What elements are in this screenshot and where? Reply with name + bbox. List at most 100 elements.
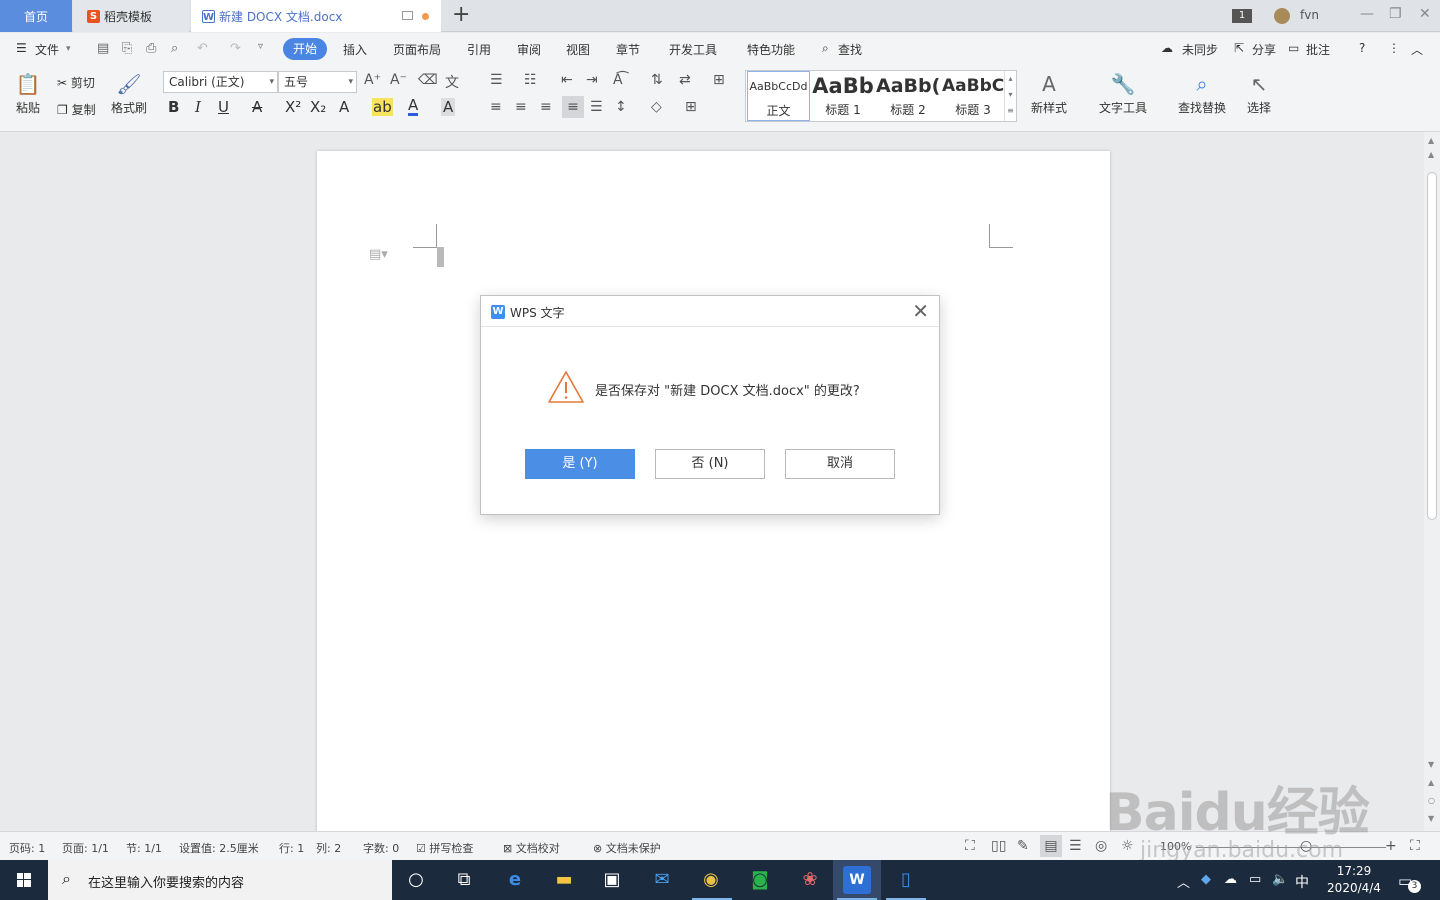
print-preview-icon[interactable]: ⌕ [171, 41, 178, 56]
strikethrough-icon[interactable]: A [252, 98, 262, 116]
status-section[interactable]: 节: 1/1 [126, 840, 162, 856]
dropbox-icon[interactable]: ◆ [1201, 872, 1211, 887]
border-icon[interactable]: ⊞ [685, 99, 697, 115]
network-icon[interactable]: ▭ [1249, 872, 1261, 887]
tab-page-layout[interactable]: 页面布局 [393, 41, 441, 58]
tab-chapter[interactable]: 章节 [616, 41, 640, 58]
text-tools-button[interactable]: 🔧 文字工具 [1092, 69, 1154, 116]
select-browse-icon[interactable]: ○ [1428, 796, 1435, 805]
tab-document[interactable]: W 新建 DOCX 文档.docx [191, 0, 441, 32]
scroll-down-icon[interactable]: ▼ [1428, 760, 1434, 769]
prev-page-icon[interactable]: ▲ [1428, 778, 1434, 787]
style-heading2[interactable]: AaBb( 标题 2 [876, 71, 940, 121]
export-icon[interactable]: ⎘ [122, 41, 132, 56]
increase-indent-icon[interactable]: ⇥ [586, 72, 598, 88]
subscript-icon[interactable]: X₂ [310, 98, 326, 116]
cloud-icon[interactable]: ☁ [1161, 41, 1173, 55]
spell-check-button[interactable]: ☑ 拼写检查 [416, 840, 473, 856]
style-gallery-scroll[interactable]: ▴ ▾ ≡ [1004, 71, 1016, 121]
more-icon[interactable]: ⋮ [1388, 41, 1400, 55]
window-pin-icon[interactable] [402, 11, 413, 20]
no-button[interactable]: 否 (N) [655, 449, 765, 479]
phone-app-icon[interactable]: ▯ [892, 866, 920, 894]
fullscreen-icon[interactable]: ⛶ [965, 838, 975, 854]
tab-view[interactable]: 视图 [566, 41, 590, 58]
align-left-icon[interactable]: ≡ [490, 99, 502, 115]
onedrive-icon[interactable]: ☁ [1224, 872, 1237, 887]
volume-icon[interactable]: 🔈 [1272, 872, 1288, 887]
italic-icon[interactable]: I [195, 98, 201, 116]
comment-icon[interactable]: ▭ [1288, 41, 1299, 55]
app-paint-icon[interactable]: ❀ [796, 866, 824, 894]
highlight-icon[interactable]: ab [372, 98, 393, 116]
bullet-list-icon[interactable]: ☰ [490, 72, 503, 88]
underline-icon[interactable]: U [218, 98, 229, 116]
help-icon[interactable]: ? [1359, 41, 1365, 55]
fill-icon[interactable]: ◇ [651, 99, 662, 115]
wps-taskbar-icon[interactable]: W [843, 866, 871, 894]
taskbar-clock[interactable]: 17:29 2020/4/4 [1322, 863, 1386, 897]
status-column[interactable]: 列: 2 [316, 840, 341, 856]
user-name[interactable]: fvn [1300, 8, 1319, 22]
tab-home[interactable]: 首页 [0, 0, 72, 32]
redo-icon[interactable]: ↷ [230, 41, 241, 56]
tab-template[interactable]: S 稻壳模板 [73, 0, 189, 32]
read-mode-icon[interactable]: ▯▯ [991, 838, 1006, 854]
scrollbar-thumb[interactable] [1427, 172, 1437, 520]
style-normal[interactable]: AaBbCcDd 正文 [747, 71, 810, 121]
tab-review[interactable]: 审阅 [517, 41, 541, 58]
status-setting[interactable]: 设置值: 2.5厘米 [179, 840, 259, 856]
numbered-list-icon[interactable]: ☷ [524, 72, 537, 88]
new-tab-button[interactable]: + [452, 4, 470, 26]
next-page-icon[interactable]: ▼ [1428, 814, 1434, 823]
paste-button[interactable]: 📋 粘贴 [10, 69, 46, 116]
chevron-down-icon[interactable]: ▾ [66, 44, 71, 54]
avatar[interactable] [1274, 8, 1290, 24]
new-style-button[interactable]: A 新样式 [1025, 69, 1073, 116]
find-replace-button[interactable]: ⌕ 查找替换 [1171, 69, 1233, 116]
phonetic-guide-icon[interactable]: 文 [445, 72, 459, 92]
font-color-icon[interactable]: A [408, 98, 419, 116]
search-icon[interactable]: ⌕ [822, 41, 829, 56]
edge-icon[interactable]: e [501, 866, 529, 894]
share-button[interactable]: 分享 [1252, 41, 1276, 58]
shrink-font-icon[interactable]: A⁻ [390, 72, 407, 88]
taskbar-search-box[interactable]: ⌕ 在这里输入你要搜索的内容 [48, 860, 392, 900]
outline-view-icon[interactable]: ☰ [1069, 838, 1082, 854]
tab-references[interactable]: 引用 [467, 41, 491, 58]
scroll-up-icon[interactable]: ▲ [1428, 136, 1434, 145]
line-spacing-icon[interactable]: ↕ [615, 99, 627, 115]
close-icon[interactable]: ✕ [912, 299, 929, 323]
sort-icon[interactable]: ⇅ [651, 72, 663, 88]
font-name-select[interactable]: Calibri (正文) [163, 71, 278, 93]
decrease-indent-icon[interactable]: ⇤ [561, 72, 573, 88]
store-icon[interactable]: ▣ [598, 866, 626, 894]
cut-button[interactable]: ✂ 剪切 [57, 74, 95, 91]
proofread-button[interactable]: ⊠ 文档校对 [503, 840, 560, 856]
chinese-layout-icon[interactable]: A͡ [613, 72, 623, 88]
style-heading1[interactable]: AaBb 标题 1 [812, 71, 874, 121]
tab-insert[interactable]: 插入 [343, 41, 367, 58]
hamburger-icon[interactable]: ☰ [16, 41, 27, 55]
sync-button[interactable]: 未同步 [1182, 41, 1218, 58]
ime-indicator[interactable]: 中 [1295, 872, 1309, 892]
windows-start-button[interactable] [0, 860, 48, 900]
status-page-number[interactable]: 页码: 1 [9, 840, 45, 856]
close-window-icon[interactable]: ✕ [1419, 6, 1431, 22]
file-explorer-icon[interactable]: ▬ [550, 866, 578, 894]
align-right-icon[interactable]: ≡ [540, 99, 552, 115]
minimize-icon[interactable]: — [1360, 6, 1374, 22]
customize-toolbar-icon[interactable]: ▿ [258, 41, 263, 52]
undo-icon[interactable]: ↶ [197, 41, 208, 56]
save-icon[interactable]: ▤ [97, 41, 109, 56]
vertical-scrollbar[interactable]: ▲ ▲ ▼ ▲ ○ ▼ [1424, 132, 1440, 831]
window-count-badge[interactable]: 1 [1232, 9, 1252, 23]
cortana-icon[interactable]: ○ [402, 866, 430, 894]
edit-mode-icon[interactable]: ✎ [1017, 838, 1029, 854]
app-green-icon[interactable]: ◙ [746, 866, 774, 894]
tab-developer[interactable]: 开发工具 [669, 41, 717, 58]
fit-page-icon[interactable]: ⛶ [1410, 838, 1420, 854]
format-painter-button[interactable]: 🖌 格式刷 [108, 69, 150, 116]
font-size-select[interactable]: 五号 [278, 71, 357, 93]
bold-icon[interactable]: B [168, 98, 179, 116]
